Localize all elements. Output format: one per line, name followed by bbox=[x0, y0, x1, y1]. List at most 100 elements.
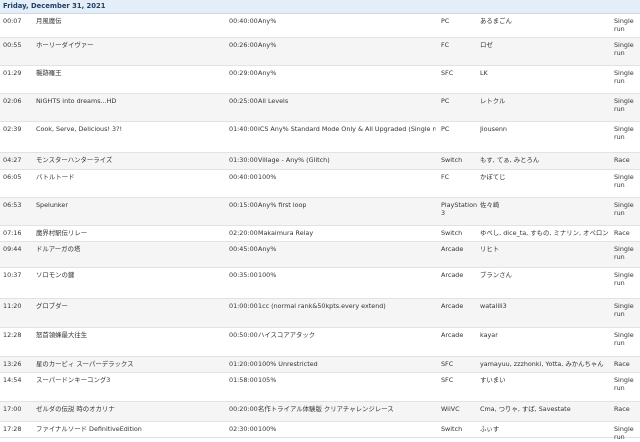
row-runners: レトクル bbox=[480, 97, 506, 105]
row-title: 襲跡羅王 bbox=[36, 69, 62, 77]
row-type: Single run bbox=[614, 245, 634, 262]
row-platform: SFC bbox=[441, 376, 454, 384]
row-runners: LK bbox=[480, 69, 488, 77]
row-type: Race bbox=[614, 229, 630, 237]
row-title: 星のカービィ スーパーデラックス bbox=[36, 360, 134, 368]
row-type: Single run bbox=[614, 376, 634, 393]
row-time: 12:28 bbox=[3, 331, 22, 339]
table-row: 12:28 怒首領蜂最大往生 00:50:00 ハイスコアアタック Arcade kaya… bbox=[0, 328, 640, 357]
row-runners: すいまい bbox=[480, 376, 506, 384]
row-title: 魔界村駅伝リレー bbox=[36, 229, 88, 237]
row-platform: Switch bbox=[441, 425, 463, 433]
row-runners: Jiousenn bbox=[480, 125, 507, 133]
row-time: 06:53 bbox=[3, 201, 22, 209]
row-platform: FC bbox=[441, 173, 450, 181]
row-title: NiGHTS into dreams...HD bbox=[36, 97, 117, 105]
row-category: Any% first loop bbox=[258, 201, 307, 209]
row-title: バトルトード bbox=[36, 173, 75, 181]
row-estimate: 00:29:00 bbox=[229, 69, 258, 77]
row-estimate: 01:40:00 bbox=[229, 125, 258, 133]
row-estimate: 02:20:00 bbox=[229, 229, 258, 237]
row-estimate: 00:45:00 bbox=[229, 245, 258, 253]
row-type: Single run bbox=[614, 41, 634, 58]
row-type: Race bbox=[614, 405, 630, 413]
row-estimate: 01:20:00 bbox=[229, 360, 258, 368]
row-category: 100% bbox=[258, 425, 277, 433]
row-estimate: 00:26:00 bbox=[229, 41, 258, 49]
row-type: Single run bbox=[614, 201, 634, 218]
row-title: グロブダー bbox=[36, 302, 68, 310]
row-platform: WiiVC bbox=[441, 405, 460, 413]
row-platform: Switch bbox=[441, 229, 463, 237]
row-category: Any% bbox=[258, 17, 277, 25]
row-runners: リヒト bbox=[480, 245, 500, 253]
row-category: 105% bbox=[258, 376, 277, 384]
row-title: ドルアーガの塔 bbox=[36, 245, 81, 253]
row-estimate: 00:40:00 bbox=[229, 17, 258, 25]
date-header: Friday, December 31, 2021 bbox=[0, 0, 640, 14]
row-title: モンスターハンターライズ bbox=[36, 156, 113, 164]
row-time: 17:00 bbox=[3, 405, 22, 413]
row-runners: ゆぺし, dice_ta, すもの, ミナリン, オペロン bbox=[480, 229, 609, 237]
row-type: Single run bbox=[614, 69, 634, 86]
row-runners: もす, てぁ, みとろん bbox=[480, 156, 540, 164]
row-category: Village - Any% (Glitch) bbox=[258, 156, 330, 164]
row-category: Any% bbox=[258, 41, 277, 49]
table-row: 14:54 スーパードンキーコング3 01:58:00 105% SFC すいまい Sing… bbox=[0, 373, 640, 402]
row-estimate: 01:30:00 bbox=[229, 156, 258, 164]
row-platform: Switch bbox=[441, 156, 463, 164]
row-title: Spelunker bbox=[36, 201, 68, 209]
row-platform: PlayStation 3 bbox=[441, 201, 478, 218]
schedule-rows: 00:07 月風魔伝 00:40:00 Any% PC あるまごん Single run 00… bbox=[0, 14, 640, 441]
row-type: Single run bbox=[614, 97, 634, 114]
schedule-table: Friday, December 31, 2021 00:07 月風魔伝 00:40… bbox=[0, 0, 640, 441]
row-estimate: 02:30:00 bbox=[229, 425, 258, 433]
row-type: Single run bbox=[614, 271, 634, 288]
row-time: 04:27 bbox=[3, 156, 22, 164]
row-category: 100% bbox=[258, 271, 277, 279]
row-estimate: 00:35:00 bbox=[229, 271, 258, 279]
table-row: 09:44 ドルアーガの塔 00:45:00 Any% Arcade リヒト Single … bbox=[0, 242, 640, 268]
row-runners: かぼてじ bbox=[480, 173, 506, 181]
row-title: ホーリーダイヴァー bbox=[36, 41, 94, 49]
row-runners: 佐々崎 bbox=[480, 201, 500, 209]
row-title: スーパードンキーコング3 bbox=[36, 376, 111, 384]
row-platform: Arcade bbox=[441, 245, 464, 253]
table-row: 06:53 Spelunker 00:15:00 Any% first loop Pla… bbox=[0, 198, 640, 226]
row-platform: Arcade bbox=[441, 331, 464, 339]
row-estimate: 01:00:00 bbox=[229, 302, 258, 310]
table-row: 00:55 ホーリーダイヴァー 00:26:00 Any% FC ロゼ Single run bbox=[0, 38, 640, 66]
row-estimate: 00:50:00 bbox=[229, 331, 258, 339]
row-estimate: 00:25:00 bbox=[229, 97, 258, 105]
row-category: Makaimura Relay bbox=[258, 229, 314, 237]
row-platform: PC bbox=[441, 17, 450, 25]
row-category: All Levels bbox=[258, 97, 289, 105]
row-time: 00:55 bbox=[3, 41, 22, 49]
row-time: 00:07 bbox=[3, 17, 22, 25]
row-time: 14:54 bbox=[3, 376, 22, 384]
row-runners: ふぃす bbox=[480, 425, 500, 433]
row-time: 02:06 bbox=[3, 97, 22, 105]
row-platform: SFC bbox=[441, 360, 454, 368]
row-type: Single run bbox=[614, 173, 634, 190]
table-row: 17:28 ファイナルソード DefinitiveEdition 02:30:00 1… bbox=[0, 422, 640, 441]
row-time: 06:05 bbox=[3, 173, 22, 181]
row-estimate: 00:40:00 bbox=[229, 173, 258, 181]
row-time: 02:39 bbox=[3, 125, 22, 133]
row-platform: SFC bbox=[441, 69, 454, 77]
table-row: 00:07 月風魔伝 00:40:00 Any% PC あるまごん Single run bbox=[0, 14, 640, 38]
row-runners: watalili3 bbox=[480, 302, 507, 310]
table-row: 17:00 ゼルダの伝説 時のオカリナ 00:20:00 名作トライアル体験版 クリア… bbox=[0, 402, 640, 422]
row-runners: Cma, つりゃ, すば, Savestate bbox=[480, 405, 571, 413]
table-row: 06:05 バトルトード 00:40:00 100% FC かぼてじ Single run bbox=[0, 170, 640, 198]
row-time: 09:44 bbox=[3, 245, 22, 253]
row-category: ICS Any% Standard Mode Only & All Upgrad… bbox=[258, 125, 436, 133]
row-time: 01:29 bbox=[3, 69, 22, 77]
table-row: 11:20 グロブダー 01:00:00 1cc (normal rank&50kpt… bbox=[0, 299, 640, 328]
row-type: Single run bbox=[614, 302, 634, 319]
row-category: Any% bbox=[258, 69, 277, 77]
table-row: 07:16 魔界村駅伝リレー 02:20:00 Makaimura Relay Swit… bbox=[0, 226, 640, 242]
row-category: 100% bbox=[258, 173, 277, 181]
table-row: 02:06 NiGHTS into dreams...HD 00:25:00 All … bbox=[0, 94, 640, 122]
row-category: Any% bbox=[258, 245, 277, 253]
